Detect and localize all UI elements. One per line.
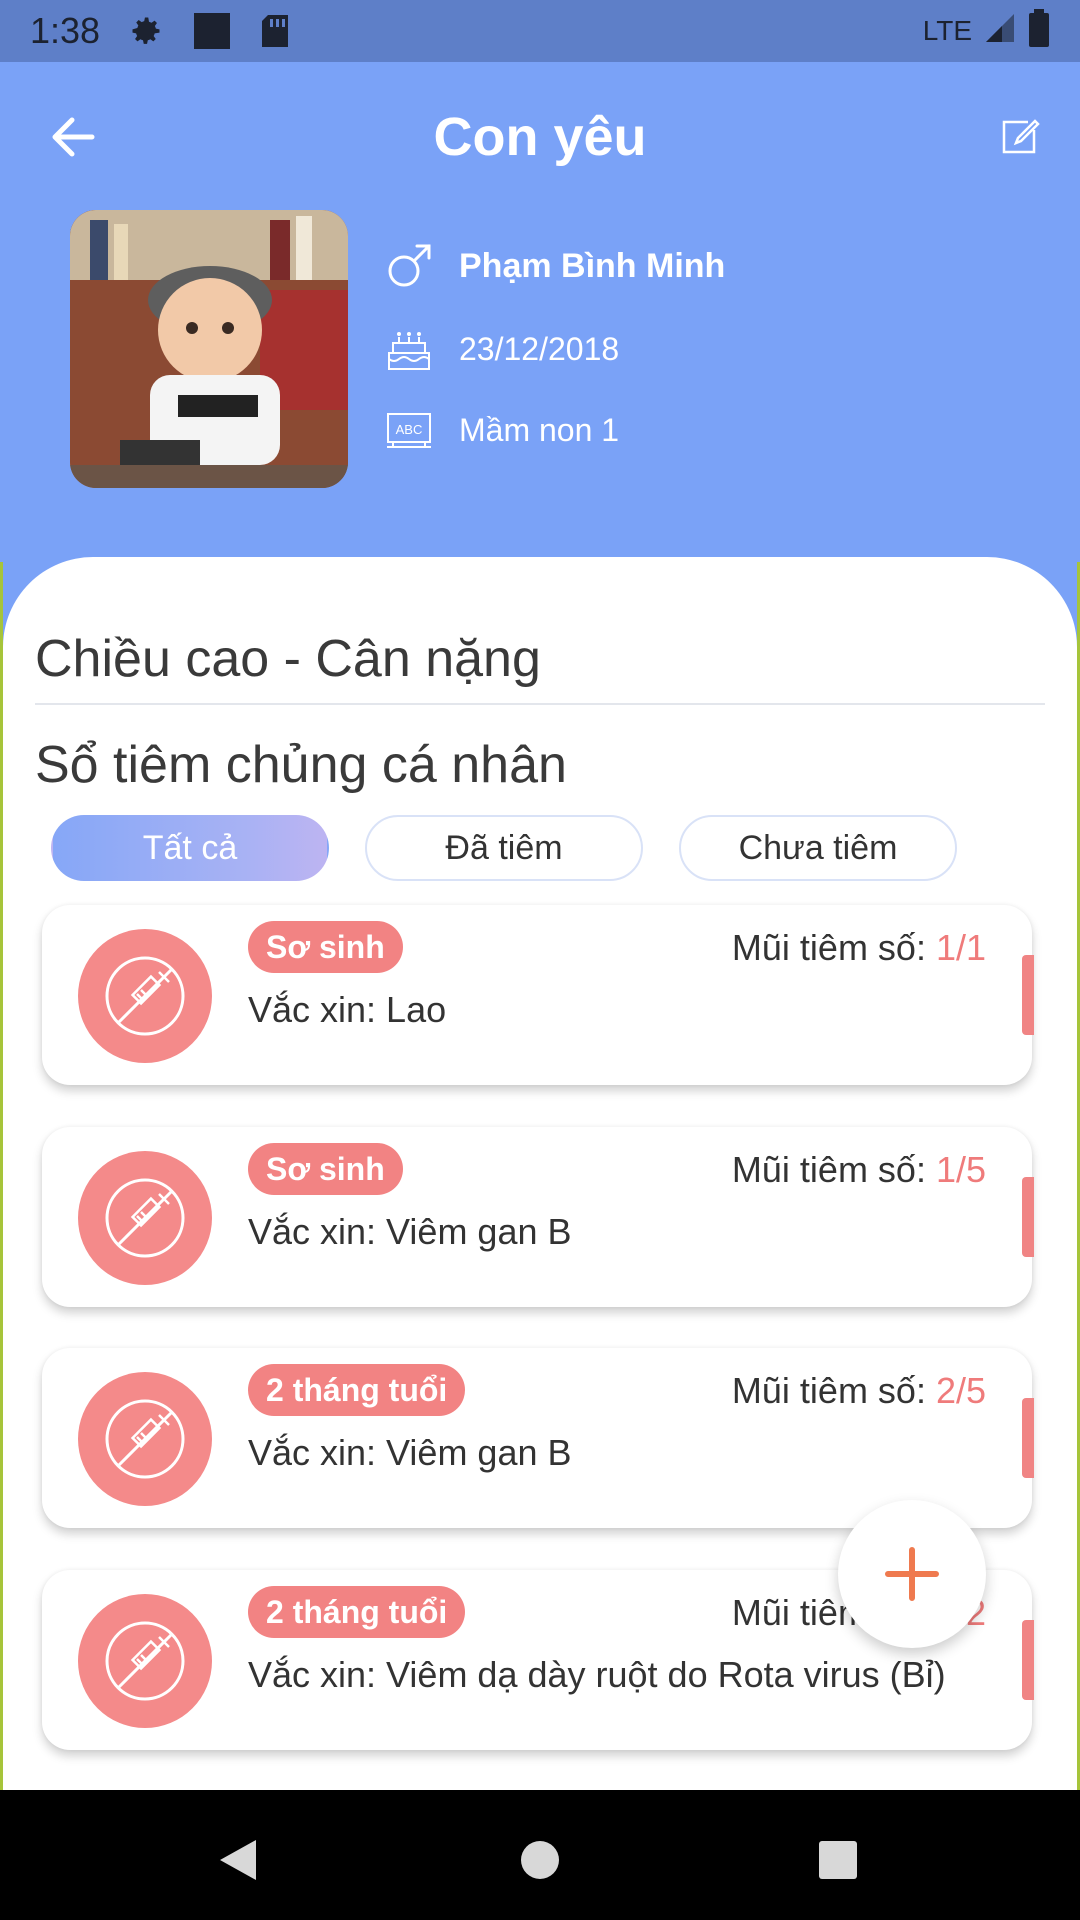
dose-number: 2/5 (935, 1370, 986, 1411)
birth-date: 23/12/2018 (459, 330, 620, 367)
age-badge: 2 tháng tuổi (248, 1586, 466, 1638)
nav-recents-icon[interactable] (808, 1830, 868, 1890)
abc-board-icon: ABC (385, 406, 433, 454)
class-row: ABC Mầm non 1 (385, 406, 619, 454)
system-nav-bar (0, 1790, 1080, 1920)
signal-icon (984, 12, 1016, 51)
child-name: Phạm Bình Minh (459, 246, 726, 285)
vaccine-name: Vắc xin: Viêm dạ dày ruột do Rota virus … (248, 1654, 946, 1695)
tab-vaccinated[interactable]: Đã tiêm (365, 815, 643, 881)
cake-icon (385, 325, 433, 373)
vaccination-filter-tabs: Tất cả Đã tiêm Chưa tiêm (51, 815, 1011, 883)
no-syringe-icon (78, 1151, 212, 1285)
vaccine-card[interactable]: 2 tháng tuổi Mũi tiêm số: 2/5 Vắc xin: Viê… (42, 1348, 1034, 1528)
status-right: LTE (922, 8, 1050, 54)
status-time: 1:38 (30, 10, 101, 51)
status-bar: 1:38 LTE (0, 0, 1080, 62)
height-weight-section[interactable]: Chiều cao - Cân nặng (35, 629, 541, 689)
dose-number: 1/5 (935, 1149, 986, 1190)
vaccine-name: Vắc xin: Viêm gan B (248, 1432, 572, 1473)
class-name: Mầm non 1 (459, 411, 620, 448)
vaccine-name: Vắc xin: Viêm gan B (248, 1211, 572, 1252)
dose-number: 1/1 (935, 927, 986, 968)
svg-text:ABC: ABC (396, 422, 423, 437)
dose-info: Mũi tiêm số: 2/5 (732, 1370, 986, 1412)
section-divider (35, 703, 1045, 705)
dose-info: Mũi tiêm số: 1/5 (732, 1149, 986, 1191)
status-indicator-bar (1022, 1398, 1034, 1478)
dose-label: Mũi tiêm số: (731, 1370, 936, 1411)
birth-date-row: 23/12/2018 (385, 325, 619, 373)
child-avatar[interactable] (70, 210, 348, 488)
no-syringe-icon (78, 929, 212, 1063)
no-syringe-icon (78, 1372, 212, 1506)
nav-home-icon[interactable] (510, 1830, 570, 1890)
battery-icon (1028, 8, 1050, 54)
tab-not-vaccinated[interactable]: Chưa tiêm (679, 815, 957, 881)
sd-card-icon (260, 13, 290, 49)
dose-label: Mũi tiêm số: (731, 1149, 936, 1190)
plus-icon (885, 1547, 939, 1601)
child-name-row: Phạm Bình Minh (385, 242, 725, 290)
edit-icon[interactable] (998, 114, 1040, 156)
vaccine-card[interactable]: Sơ sinh Mũi tiêm số: 1/1 Vắc xin: Lao (42, 905, 1034, 1085)
network-label: LTE (922, 15, 972, 46)
vaccine-name: Vắc xin: Lao (248, 989, 447, 1030)
square-notification-icon (192, 11, 232, 51)
dose-info: Mũi tiêm số: 1/1 (732, 927, 986, 969)
settings-icon (128, 13, 164, 49)
profile-header: Con yêu Phạm Bình Minh 23/12/2018 ABC Mầ… (0, 62, 1080, 562)
age-badge: Sơ sinh (248, 1143, 403, 1195)
dose-label: Mũi tiêm số: (731, 927, 936, 968)
no-syringe-icon (78, 1594, 212, 1728)
tab-all[interactable]: Tất cả (51, 815, 329, 881)
add-button[interactable] (838, 1500, 986, 1648)
status-indicator-bar (1022, 955, 1034, 1035)
nav-back-icon[interactable] (208, 1830, 268, 1890)
male-icon (385, 242, 433, 290)
age-badge: 2 tháng tuổi (248, 1364, 466, 1416)
vaccine-card[interactable]: Sơ sinh Mũi tiêm số: 1/5 Vắc xin: Viêm gan… (42, 1127, 1034, 1307)
age-badge: Sơ sinh (248, 921, 403, 973)
vaccination-book-title: Sổ tiêm chủng cá nhân (35, 736, 567, 794)
status-indicator-bar (1022, 1620, 1034, 1700)
status-indicator-bar (1022, 1177, 1034, 1257)
page-title: Con yêu (433, 107, 647, 167)
